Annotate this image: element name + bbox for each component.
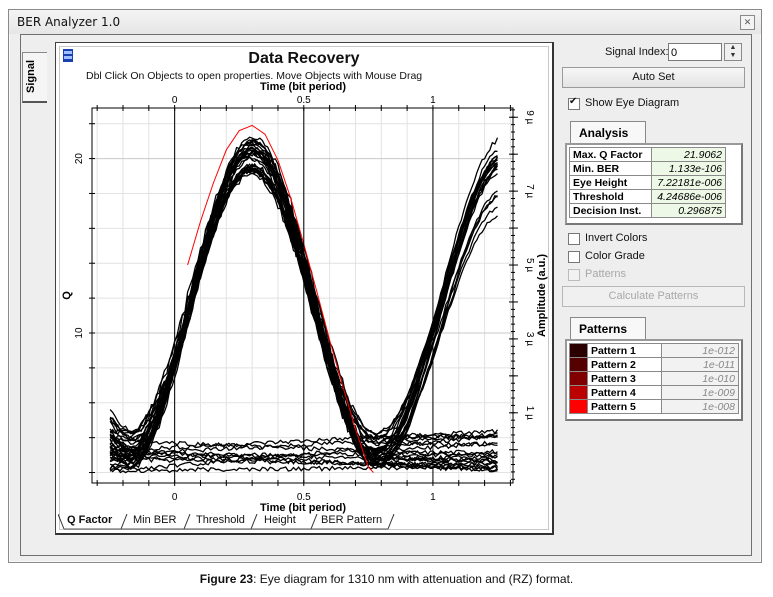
analysis-row[interactable]: Decision Inst. 0.296875 — [569, 203, 726, 218]
color-grade-label: Color Grade — [585, 250, 645, 262]
pattern-name: Pattern 5 — [586, 399, 662, 414]
tab-threshold[interactable]: Threshold — [196, 514, 245, 526]
invert-colors-checkbox[interactable] — [568, 233, 580, 245]
pattern-color-swatch[interactable] — [569, 385, 588, 400]
pattern-color-swatch[interactable] — [569, 357, 588, 372]
analysis-row[interactable]: Threshold 4.24686e-006 — [569, 189, 726, 204]
pattern-ber-value: 1e-012 — [660, 343, 739, 358]
analysis-value: 7.22181e-006 — [651, 175, 726, 190]
pattern-name: Pattern 3 — [586, 371, 662, 386]
pattern-row[interactable]: Pattern 1 1e-012 — [569, 343, 739, 358]
pattern-ber-value: 1e-008 — [660, 399, 739, 414]
pattern-name: Pattern 1 — [586, 343, 662, 358]
tab-patterns[interactable]: Patterns — [570, 317, 646, 339]
analysis-value: 1.133e-106 — [651, 161, 726, 176]
pattern-ber-value: 1e-011 — [660, 357, 739, 372]
pattern-row[interactable]: Pattern 2 1e-011 — [569, 357, 739, 372]
tab-q-factor[interactable]: Q Factor — [67, 514, 112, 526]
pattern-name: Pattern 4 — [586, 385, 662, 400]
caption-figure-number: Figure 23 — [199, 572, 254, 586]
pattern-color-swatch[interactable] — [569, 371, 588, 386]
figure-caption: Figure 23: Eye diagram for 1310 nm with … — [0, 572, 773, 586]
title-bar[interactable]: BER Analyzer 1.0 ✕ — [9, 10, 761, 34]
analysis-key: Max. Q Factor — [569, 147, 652, 162]
pattern-row[interactable]: Pattern 3 1e-010 — [569, 371, 739, 386]
tab-signal-label: Signal — [25, 59, 37, 93]
analysis-value: 4.24686e-006 — [651, 189, 726, 204]
color-grade-checkbox[interactable] — [568, 251, 580, 263]
tab-signal[interactable]: Signal — [22, 52, 47, 103]
signal-index-input[interactable]: 0 — [668, 43, 722, 61]
tab-ber-pattern[interactable]: BER Pattern — [321, 514, 382, 526]
analysis-key: Decision Inst. — [569, 203, 652, 218]
tab-height[interactable]: Height — [264, 514, 296, 526]
analysis-key: Eye Height — [569, 175, 652, 190]
window-title: BER Analyzer 1.0 — [17, 15, 121, 29]
pattern-ber-value: 1e-009 — [660, 385, 739, 400]
pattern-name: Pattern 2 — [586, 357, 662, 372]
show-eye-diagram-checkbox[interactable] — [568, 96, 580, 110]
invert-colors-label: Invert Colors — [585, 232, 648, 244]
plot-hint: Dbl Click On Objects to open properties.… — [86, 70, 423, 82]
tab-analysis[interactable]: Analysis — [570, 121, 646, 143]
spin-up-icon[interactable]: ▲ — [725, 44, 741, 52]
chart-title: Data Recovery — [248, 50, 360, 67]
signal-index-stepper[interactable]: ▲ ▼ — [724, 43, 742, 61]
analysis-value: 21.9062 — [651, 147, 726, 162]
analysis-key: Min. BER — [569, 161, 652, 176]
pattern-row[interactable]: Pattern 4 1e-009 — [569, 385, 739, 400]
tab-min-ber[interactable]: Min BER — [133, 514, 176, 526]
pattern-color-swatch[interactable] — [569, 399, 588, 414]
plot-inner — [59, 46, 549, 530]
show-eye-diagram-label: Show Eye Diagram — [585, 97, 680, 109]
patterns-label: Patterns — [585, 268, 626, 280]
pattern-color-swatch[interactable] — [569, 343, 588, 358]
analysis-grid: Max. Q Factor 21.9062 Min. BER 1.133e-106 Ey… — [565, 143, 743, 225]
analysis-value: 0.296875 — [651, 203, 726, 218]
patterns-grid: Pattern 1 1e-012 Pattern 2 1e-011 Pattern 31… — [565, 339, 743, 421]
calculate-patterns-button[interactable]: Calculate Patterns — [562, 286, 745, 307]
analysis-row[interactable]: Min. BER 1.133e-106 — [569, 161, 726, 176]
patterns-checkbox[interactable] — [568, 269, 580, 281]
close-icon[interactable]: ✕ — [740, 15, 755, 30]
patterns-table: Pattern 1 1e-012 Pattern 2 1e-011 Pattern 31… — [569, 343, 739, 414]
analysis-table: Max. Q Factor 21.9062 Min. BER 1.133e-106 Ey… — [569, 147, 726, 218]
signal-index-label: Signal Index: — [605, 46, 669, 58]
caption-text: : Eye diagram for 1310 nm with attenuati… — [253, 572, 574, 586]
analysis-row[interactable]: Eye Height 7.22181e-006 — [569, 175, 726, 190]
auto-set-button[interactable]: Auto Set — [562, 67, 745, 88]
pattern-row[interactable]: Pattern 5 1e-008 — [569, 399, 739, 414]
analysis-key: Threshold — [569, 189, 652, 204]
analysis-row[interactable]: Max. Q Factor 21.9062 — [569, 147, 726, 162]
spin-down-icon[interactable]: ▼ — [725, 52, 741, 60]
plot-panel — [55, 42, 554, 535]
pattern-ber-value: 1e-010 — [660, 371, 739, 386]
